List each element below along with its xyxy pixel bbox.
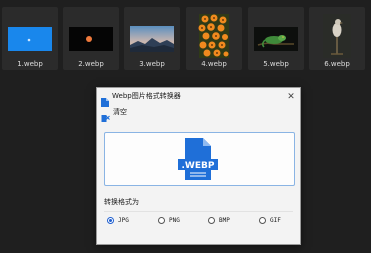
thumbnail-image-flowers [192,14,236,58]
close-button[interactable]: ✕ [282,88,300,105]
format-radio-jpg[interactable]: JPG [107,216,129,225]
file-thumbnail-6[interactable]: 6.webp [309,7,365,70]
thumbnail-image-black-orange [69,14,113,58]
dialog-toolbar: 清空 [97,105,300,122]
file-name: 1.webp [17,60,43,68]
file-thumbnail-4[interactable]: 4.webp [186,7,242,70]
radio-label: PNG [169,216,180,224]
clear-icon[interactable] [101,108,110,122]
radio-label: JPG [118,216,129,224]
file-thumbnail-2[interactable]: 2.webp [63,7,119,70]
file-name: 3.webp [139,60,165,68]
converter-dialog: Webp图片格式转换器 ✕ 清空 .WEBP 转换格式为 JPG PNG BMP… [96,87,301,245]
format-radio-png[interactable]: PNG [158,216,180,225]
dialog-title: Webp图片格式转换器 [112,92,181,100]
dialog-titlebar[interactable]: Webp图片格式转换器 ✕ [97,88,300,107]
file-name: 6.webp [324,60,350,68]
thumbnail-image-chameleon [254,14,298,58]
format-radio-bmp[interactable]: BMP [208,216,230,225]
radio-dot[interactable] [107,217,114,224]
file-name: 5.webp [263,60,289,68]
file-thumbnail-5[interactable]: 5.webp [248,7,304,70]
webp-file-icon: .WEBP [178,138,218,180]
webp-icon-label: .WEBP [182,161,215,171]
file-thumbnail-1[interactable]: 1.webp [2,7,58,70]
radio-dot[interactable] [259,217,266,224]
file-thumbnail-3[interactable]: 3.webp [124,7,180,70]
thumbnail-image-bird [315,14,359,58]
radio-dot[interactable] [208,217,215,224]
format-radio-gif[interactable]: GIF [259,216,281,225]
file-drop-area[interactable]: .WEBP [104,132,295,186]
format-options: JPG PNG BMP GIF [104,211,293,226]
clear-button[interactable]: 清空 [113,108,127,117]
thumbnail-image-blue [8,14,52,58]
radio-dot[interactable] [158,217,165,224]
thumbnail-image-mountain [130,14,174,58]
file-name: 4.webp [201,60,227,68]
format-group: 转换格式为 JPG PNG BMP GIF [104,198,293,230]
file-name: 2.webp [78,60,104,68]
radio-label: GIF [270,216,281,224]
format-group-title: 转换格式为 [104,198,139,206]
radio-label: BMP [219,216,230,224]
file-thumbnail-strip: 1.webp 2.webp 3.webp 4.webp 5.webp 6.web… [0,0,371,76]
app-file-icon [101,92,109,107]
